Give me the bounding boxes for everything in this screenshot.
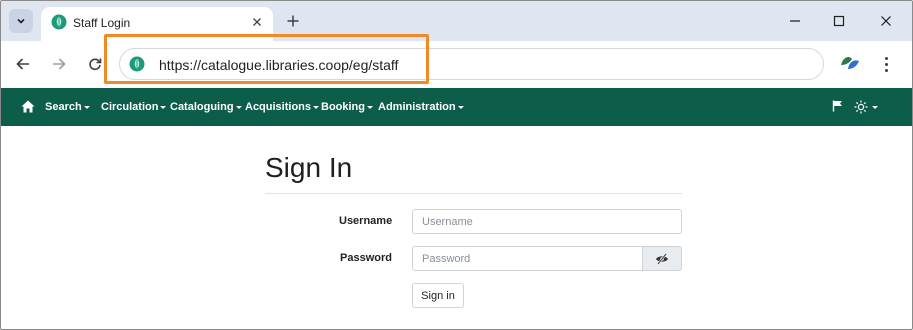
sun-icon <box>854 100 868 114</box>
caret-down-icon <box>872 105 878 109</box>
caret-down-icon <box>313 105 320 109</box>
page-title: Sign In <box>265 152 353 183</box>
maximize-icon <box>833 15 845 27</box>
nav-acquisitions-label: Acquisitions <box>245 101 312 113</box>
address-highlight-box <box>104 34 429 84</box>
username-label: Username <box>339 215 393 227</box>
home-icon[interactable] <box>21 100 35 113</box>
nav-booking-label: Booking <box>321 101 365 113</box>
nav-cataloguing[interactable]: Cataloguing <box>170 101 242 113</box>
nav-circulation[interactable]: Circulation <box>101 101 167 113</box>
flag-icon[interactable] <box>832 100 844 112</box>
tab-title: Staff Login <box>73 16 131 30</box>
back-arrow-icon <box>16 58 29 70</box>
nav-search-label: Search <box>45 101 82 113</box>
evergreen-leaf-icon <box>51 14 67 30</box>
caret-down-icon <box>83 105 90 109</box>
nav-administration-label: Administration <box>378 101 456 113</box>
chevron-down-icon <box>17 18 25 24</box>
back-button[interactable] <box>12 53 34 75</box>
kebab-menu-icon[interactable] <box>878 53 894 75</box>
nav-search[interactable]: Search <box>45 101 90 113</box>
minimize-button[interactable] <box>785 11 805 31</box>
sign-in-button[interactable]: Sign in <box>412 283 464 308</box>
nav-cataloguing-label: Cataloguing <box>170 101 234 113</box>
tab-list-button[interactable] <box>9 9 33 33</box>
nav-administration[interactable]: Administration <box>378 101 464 113</box>
theme-menu[interactable] <box>854 100 878 114</box>
close-tab-button[interactable] <box>249 14 265 30</box>
caret-down-icon <box>457 105 464 109</box>
minimize-icon <box>790 20 800 22</box>
reload-button[interactable] <box>84 53 106 75</box>
app-navbar: Search Circulation Cataloguing Acquisiti… <box>1 88 912 126</box>
reload-icon <box>89 58 102 71</box>
title-divider <box>265 193 682 194</box>
caret-down-icon <box>235 105 242 109</box>
plus-icon <box>287 15 299 27</box>
forward-button[interactable] <box>48 53 70 75</box>
extension-icon[interactable] <box>839 53 861 73</box>
nav-booking[interactable]: Booking <box>321 101 373 113</box>
caret-down-icon <box>160 105 167 109</box>
close-icon <box>881 16 891 26</box>
caret-down-icon <box>367 105 373 109</box>
nav-circulation-label: Circulation <box>101 101 159 113</box>
maximize-button[interactable] <box>829 11 849 31</box>
username-input[interactable] <box>412 209 682 234</box>
eye-slash-icon <box>656 252 668 265</box>
close-window-button[interactable] <box>876 11 896 31</box>
browser-window: Staff Login https://catalogue.libraries.… <box>0 0 913 330</box>
nav-acquisitions[interactable]: Acquisitions <box>245 101 320 113</box>
forward-arrow-icon <box>53 58 66 70</box>
password-visibility-toggle[interactable] <box>642 246 682 271</box>
password-label: Password <box>340 252 392 264</box>
close-icon <box>253 18 261 26</box>
password-group <box>412 246 682 271</box>
password-input[interactable] <box>412 246 643 271</box>
new-tab-button[interactable] <box>283 11 303 31</box>
